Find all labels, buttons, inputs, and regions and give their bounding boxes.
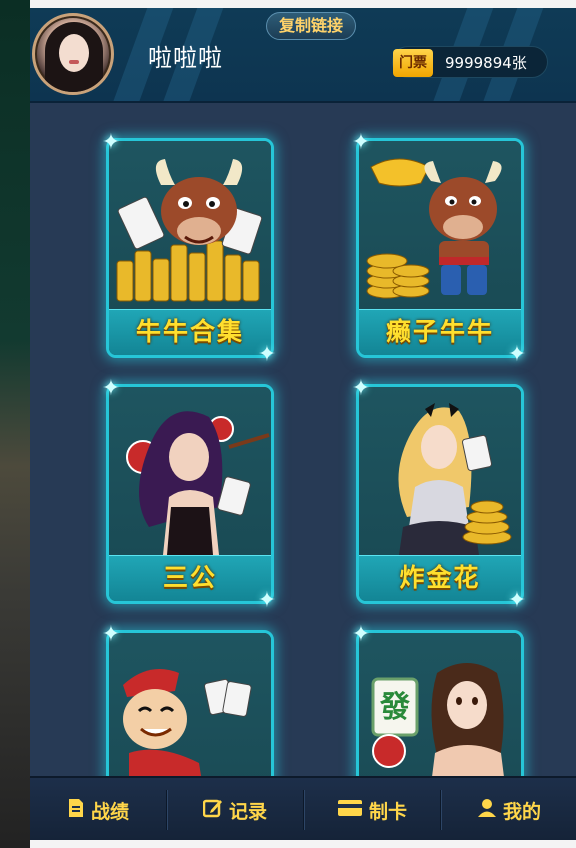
game-tile-sangong[interactable]: 三公: [106, 384, 274, 604]
document-icon: [67, 798, 85, 823]
avatar[interactable]: [32, 13, 114, 95]
app-screen: 啦啦啦 复制链接 门票 9999894张 牛牛合集 癞子牛牛 三公 炸金花 發 …: [30, 8, 576, 840]
blonde-woman-cards-icon: [359, 387, 521, 555]
game-tile-laizi-niuniu[interactable]: 癞子牛牛: [356, 138, 524, 358]
screen-bottom-edge: [30, 840, 576, 848]
nav-history[interactable]: 记录: [167, 778, 303, 840]
game-tile-niuniu-collection[interactable]: 牛牛合集: [106, 138, 274, 358]
sparkle-decoration: ✦: [351, 376, 371, 401]
bull-with-gold-ingot-icon: [359, 141, 521, 309]
user-icon: [477, 798, 497, 823]
nav-make-card[interactable]: 制卡: [304, 778, 440, 840]
bottom-navigation: 战绩 记录 制卡 我的: [30, 776, 576, 840]
nav-record-stats[interactable]: 战绩: [30, 778, 166, 840]
nav-label: 我的: [502, 800, 541, 823]
ticket-balance: 门票 9999894张: [392, 46, 548, 78]
background-edge: [0, 0, 30, 848]
ticket-label: 门票: [393, 49, 433, 77]
bull-with-gold-coins-icon: [109, 141, 271, 309]
edit-icon: [202, 798, 223, 823]
sparkle-decoration: ✦: [101, 130, 121, 155]
sparkle-decoration: ✦: [257, 342, 277, 367]
game-tile-zhajinhua[interactable]: 炸金花: [356, 384, 524, 604]
purple-hair-woman-cards-icon: [109, 387, 271, 555]
game-label: 三公: [162, 563, 217, 592]
game-label: 牛牛合集: [135, 317, 244, 346]
nav-label: 记录: [228, 800, 267, 823]
game-label: 炸金花: [399, 563, 481, 592]
nav-label: 战绩: [90, 800, 129, 823]
sparkle-decoration: ✦: [507, 342, 527, 367]
nav-label: 制卡: [368, 800, 407, 823]
game-label: 癞子牛牛: [385, 317, 494, 346]
nav-profile[interactable]: 我的: [441, 778, 576, 840]
svg-text:發: 發: [379, 690, 410, 725]
sparkle-decoration: ✦: [351, 622, 371, 647]
status-bar-edge: [30, 0, 576, 8]
ticket-count: 9999894张: [445, 54, 527, 72]
username: 啦啦啦: [148, 44, 223, 72]
copy-link-button[interactable]: 复制链接: [266, 12, 356, 40]
sparkle-decoration: ✦: [351, 130, 371, 155]
sparkle-decoration: ✦: [101, 622, 121, 647]
sparkle-decoration: ✦: [101, 376, 121, 401]
sparkle-decoration: ✦: [257, 588, 277, 613]
sparkle-decoration: ✦: [507, 588, 527, 613]
user-header: 啦啦啦 复制链接 门票 9999894张: [30, 8, 576, 103]
card-icon: [337, 799, 363, 822]
